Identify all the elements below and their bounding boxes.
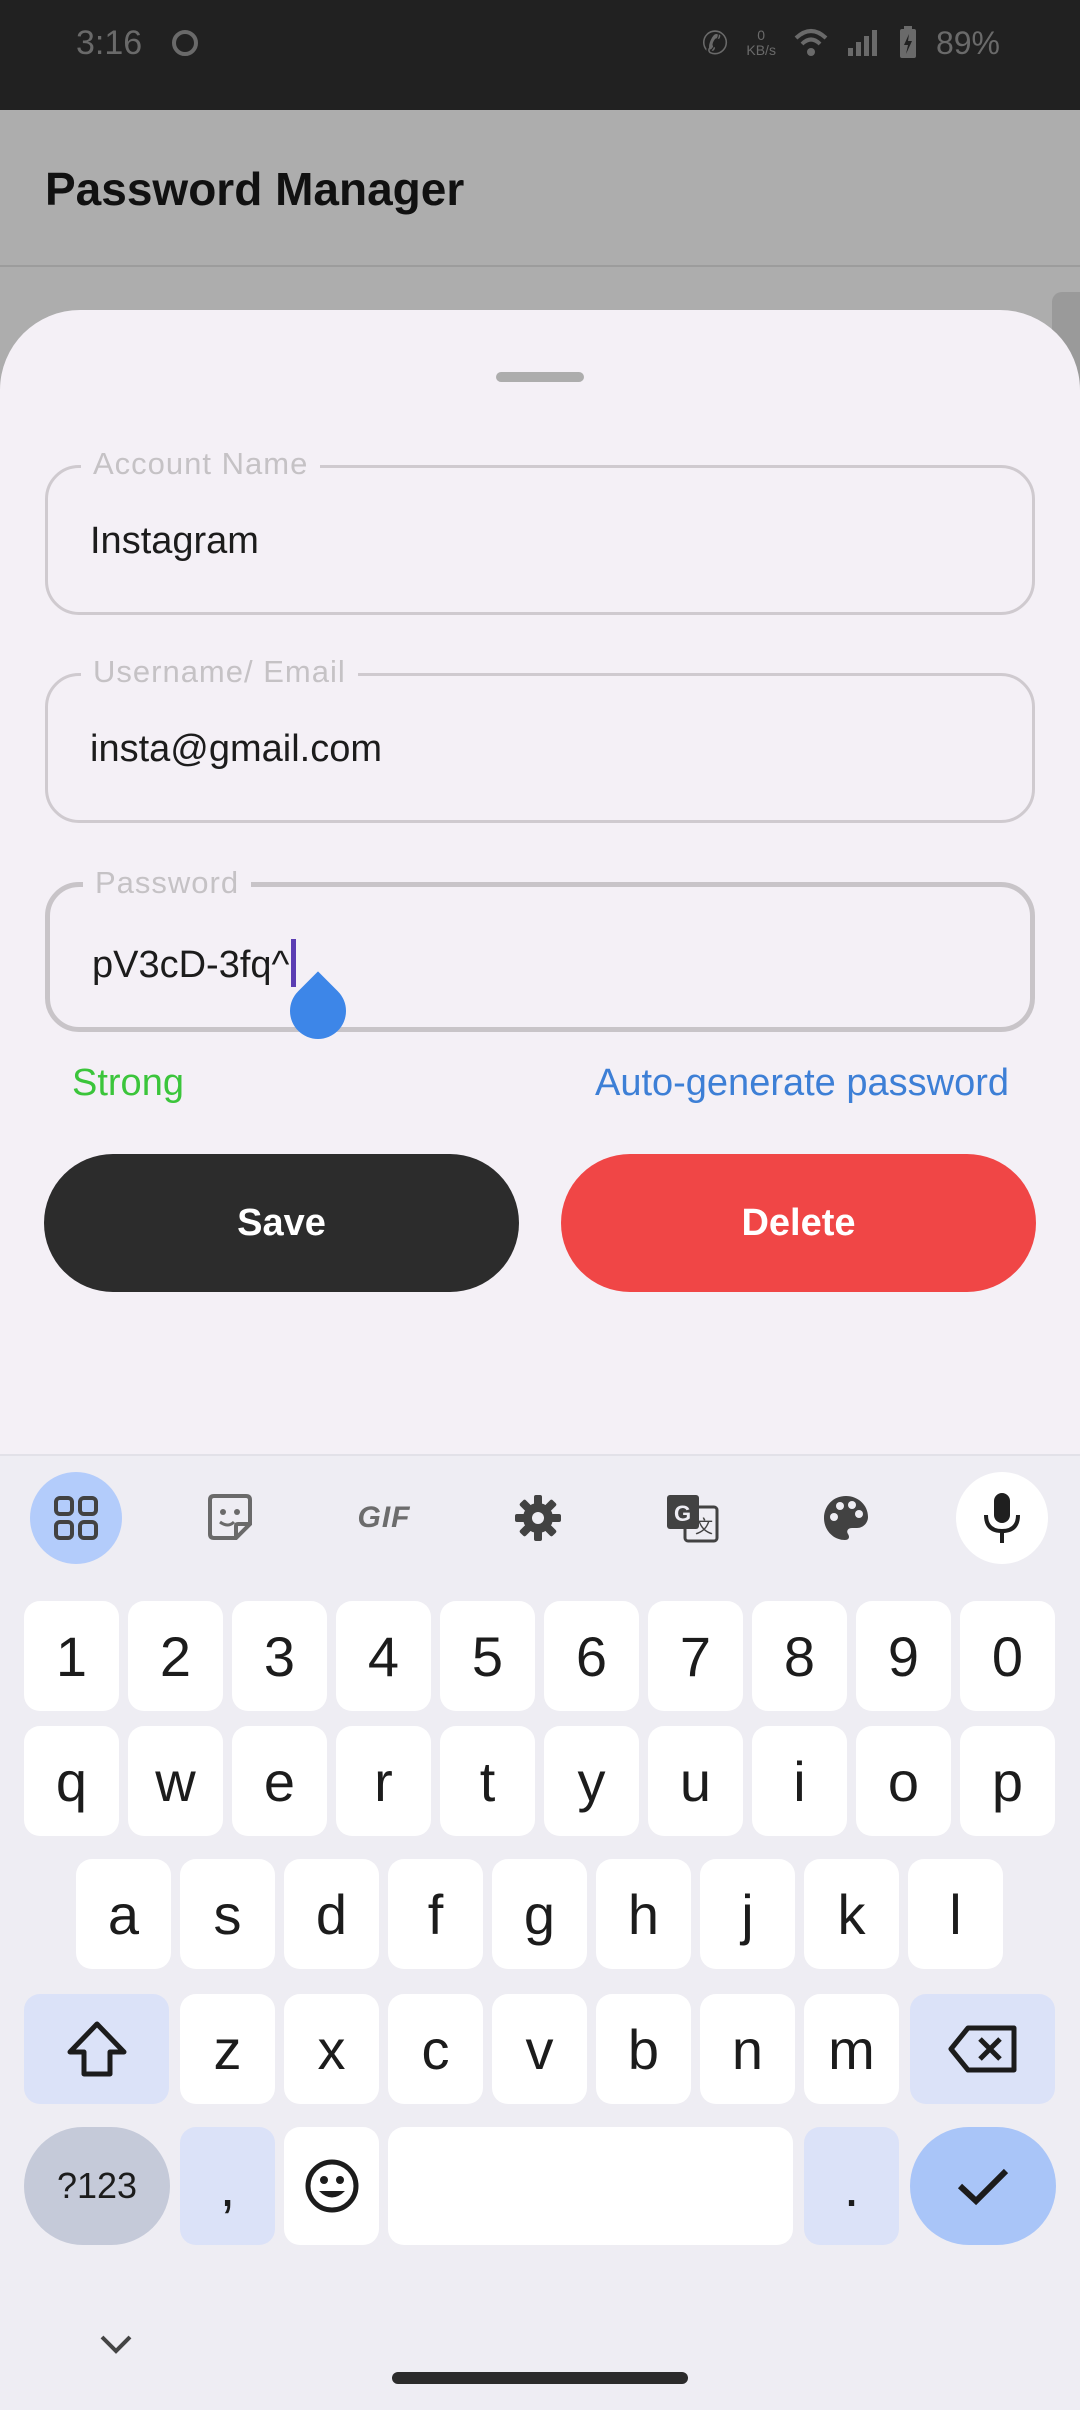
- password-text: pV3cD-3fq^: [92, 944, 290, 986]
- svg-text:文: 文: [695, 1517, 713, 1538]
- key-e[interactable]: e: [232, 1726, 327, 1836]
- key-w[interactable]: w: [128, 1726, 223, 1836]
- key-2[interactable]: 2: [128, 1601, 223, 1711]
- symbols-key[interactable]: ?123: [24, 2127, 170, 2245]
- key-v[interactable]: v: [492, 1994, 587, 2104]
- text-cursor: [291, 939, 297, 987]
- username-label: Username/ Email: [81, 654, 358, 690]
- password-input[interactable]: pV3cD-3fq^: [92, 939, 297, 987]
- account-name-input[interactable]: Instagram: [90, 520, 259, 563]
- keyboard: GIF G 文 1 2 3 4 5 6 7 8 9 0 q w e r t y …: [0, 1454, 1080, 2410]
- key-s[interactable]: s: [180, 1859, 275, 1969]
- key-r[interactable]: r: [336, 1726, 431, 1836]
- key-m[interactable]: m: [804, 1994, 899, 2104]
- gif-button[interactable]: GIF: [338, 1472, 430, 1564]
- key-i[interactable]: i: [752, 1726, 847, 1836]
- comma-key[interactable]: ,: [180, 2127, 275, 2245]
- app-bar: Password Manager: [0, 110, 1080, 267]
- key-f[interactable]: f: [388, 1859, 483, 1969]
- battery-percent: 89%: [935, 24, 1000, 61]
- home-indicator[interactable]: [392, 2372, 688, 2384]
- settings-gear-icon[interactable]: [492, 1472, 584, 1564]
- key-c[interactable]: c: [388, 1994, 483, 2104]
- edit-entry-sheet: Account Name Instagram Username/ Email i…: [0, 310, 1080, 1460]
- save-button[interactable]: Save: [44, 1154, 519, 1292]
- call-icon: ✆: [701, 25, 729, 61]
- auto-generate-link[interactable]: Auto-generate password: [595, 1062, 1009, 1105]
- key-3[interactable]: 3: [232, 1601, 327, 1711]
- key-9[interactable]: 9: [856, 1601, 951, 1711]
- page-title: Password Manager: [45, 163, 465, 215]
- key-0[interactable]: 0: [960, 1601, 1055, 1711]
- network-speed-unit: KB/s: [746, 42, 776, 58]
- hide-keyboard-chevron-icon[interactable]: [98, 2320, 134, 2365]
- period-key[interactable]: .: [804, 2127, 899, 2245]
- shift-icon: [67, 2021, 126, 2077]
- key-y[interactable]: y: [544, 1726, 639, 1836]
- key-l[interactable]: l: [908, 1859, 1003, 1969]
- key-u[interactable]: u: [648, 1726, 743, 1836]
- password-strength: Strong: [72, 1062, 184, 1104]
- emoji-key[interactable]: [284, 2127, 379, 2245]
- apps-grid-icon[interactable]: [30, 1472, 122, 1564]
- check-icon: [957, 2168, 1009, 2206]
- status-time: 3:16: [76, 24, 143, 62]
- key-d[interactable]: d: [284, 1859, 379, 1969]
- password-label: Password: [83, 865, 252, 901]
- key-z[interactable]: z: [180, 1994, 275, 2104]
- key-p[interactable]: p: [960, 1726, 1055, 1836]
- network-speed-value: 0: [757, 27, 766, 43]
- key-n[interactable]: n: [700, 1994, 795, 2104]
- gif-label: GIF: [357, 1501, 411, 1534]
- battery-charging-icon: [899, 26, 916, 58]
- key-8[interactable]: 8: [752, 1601, 847, 1711]
- save-label: Save: [237, 1201, 326, 1244]
- username-input[interactable]: insta@gmail.com: [90, 728, 382, 771]
- key-h[interactable]: h: [596, 1859, 691, 1969]
- shift-key[interactable]: [24, 1994, 169, 2104]
- key-g[interactable]: g: [492, 1859, 587, 1969]
- translate-icon[interactable]: G 文: [646, 1472, 738, 1564]
- sticker-icon[interactable]: [184, 1472, 276, 1564]
- enter-key[interactable]: [910, 2127, 1056, 2245]
- key-q[interactable]: q: [24, 1726, 119, 1836]
- account-name-label: Account Name: [81, 446, 321, 482]
- wifi-icon: [794, 29, 828, 56]
- password-field[interactable]: Password pV3cD-3fq^: [45, 865, 1035, 1051]
- status-bar: 3:16 ✆ 0 KB/s 89%: [0, 0, 1080, 110]
- svg-text:G: G: [674, 1501, 691, 1526]
- key-k[interactable]: k: [804, 1859, 899, 1969]
- backspace-icon: [948, 2025, 1016, 2073]
- space-key[interactable]: [388, 2127, 793, 2245]
- theme-palette-icon[interactable]: [800, 1472, 892, 1564]
- microphone-icon[interactable]: [956, 1472, 1048, 1564]
- username-field[interactable]: Username/ Email insta@gmail.com: [45, 654, 1035, 823]
- drag-handle[interactable]: [496, 372, 584, 382]
- key-1[interactable]: 1: [24, 1601, 119, 1711]
- delete-button[interactable]: Delete: [561, 1154, 1036, 1292]
- delete-label: Delete: [741, 1201, 856, 1244]
- key-6[interactable]: 6: [544, 1601, 639, 1711]
- key-a[interactable]: a: [76, 1859, 171, 1969]
- key-o[interactable]: o: [856, 1726, 951, 1836]
- keyboard-toolbar: GIF G 文: [0, 1456, 1080, 1586]
- key-x[interactable]: x: [284, 1994, 379, 2104]
- key-t[interactable]: t: [440, 1726, 535, 1836]
- key-4[interactable]: 4: [336, 1601, 431, 1711]
- backspace-key[interactable]: [910, 1994, 1055, 2104]
- signal-icon: [847, 30, 877, 56]
- key-j[interactable]: j: [700, 1859, 795, 1969]
- notification-icon: [172, 30, 198, 56]
- status-icons: ✆ 0 KB/s 89%: [702, 24, 1000, 62]
- key-7[interactable]: 7: [648, 1601, 743, 1711]
- key-b[interactable]: b: [596, 1994, 691, 2104]
- key-5[interactable]: 5: [440, 1601, 535, 1711]
- account-name-field[interactable]: Account Name Instagram: [45, 446, 1035, 615]
- network-speed: 0 KB/s: [746, 28, 776, 58]
- emoji-icon: [305, 2159, 358, 2213]
